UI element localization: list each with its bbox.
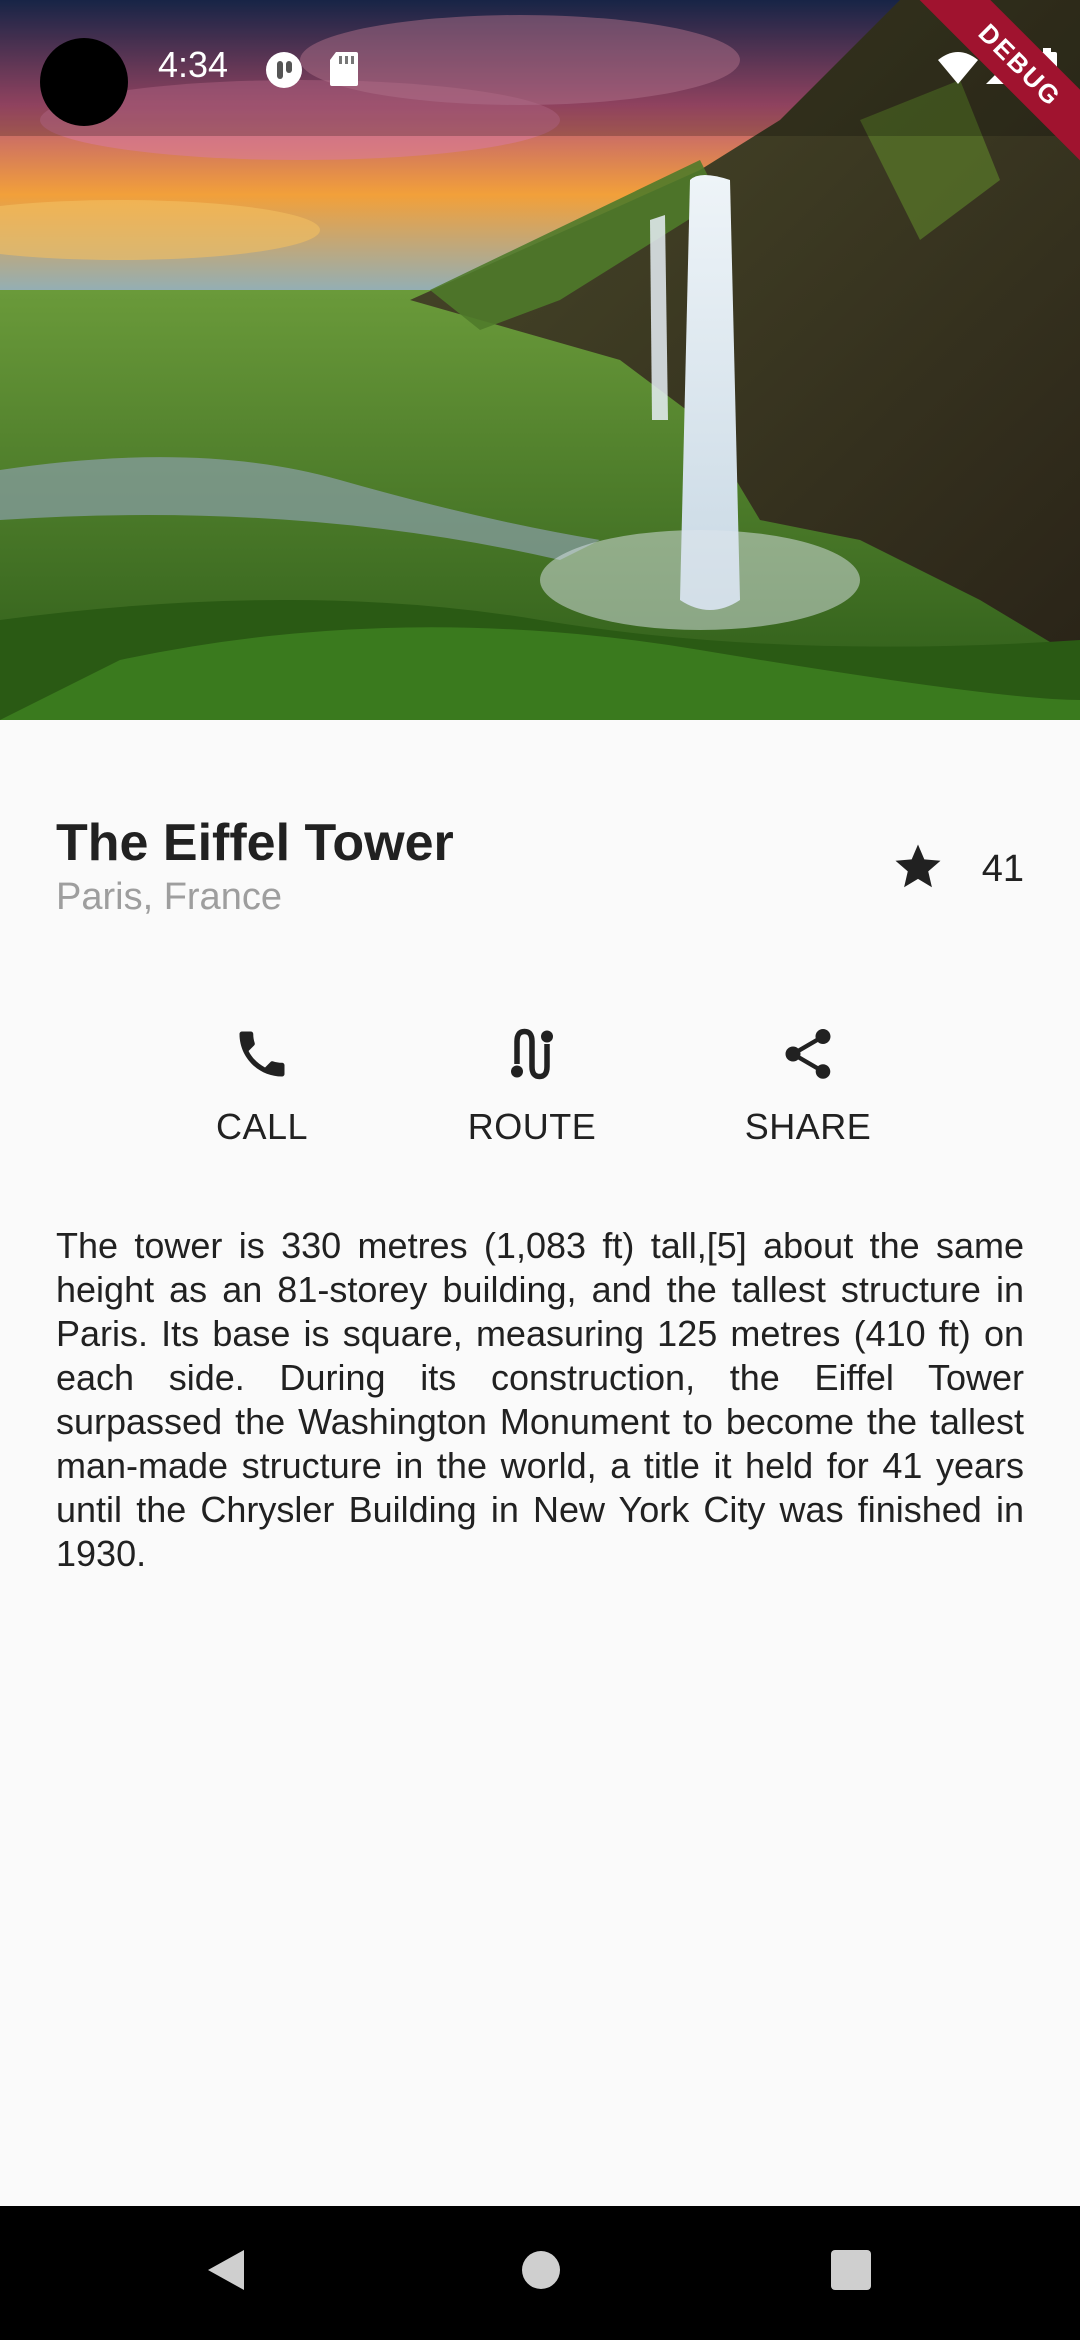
route-button[interactable]: ROUTE (432, 1024, 632, 1148)
home-icon[interactable] (520, 2246, 562, 2299)
share-button[interactable]: SHARE (708, 1024, 908, 1148)
navigation-bar (0, 2206, 1080, 2340)
favorite-widget[interactable]: 41 (890, 840, 1024, 899)
call-button[interactable]: CALL (162, 1024, 362, 1148)
route-icon (432, 1024, 632, 1084)
recents-icon[interactable] (830, 2246, 872, 2299)
place-title: The Eiffel Tower (56, 814, 454, 872)
hero-image: 4:34 DEBUG (0, 0, 1080, 720)
place-header: The Eiffel Tower Paris, France (56, 812, 454, 919)
place-location: Paris, France (56, 876, 282, 918)
place-description: The tower is 330 metres (1,083 ft) tall,… (56, 1225, 1024, 1574)
status-time: 4:34 (158, 44, 229, 85)
camera-cutout (40, 38, 128, 126)
action-row: CALL ROUTE SHARE (0, 1024, 1080, 1174)
back-icon[interactable] (204, 2246, 248, 2299)
favorite-count: 41 (981, 848, 1024, 890)
share-label: SHARE (744, 1106, 872, 1147)
star-icon[interactable] (890, 840, 946, 899)
share-icon (708, 1024, 908, 1084)
phone-icon (162, 1024, 362, 1084)
route-label: ROUTE (467, 1106, 597, 1147)
call-label: CALL (215, 1106, 309, 1147)
